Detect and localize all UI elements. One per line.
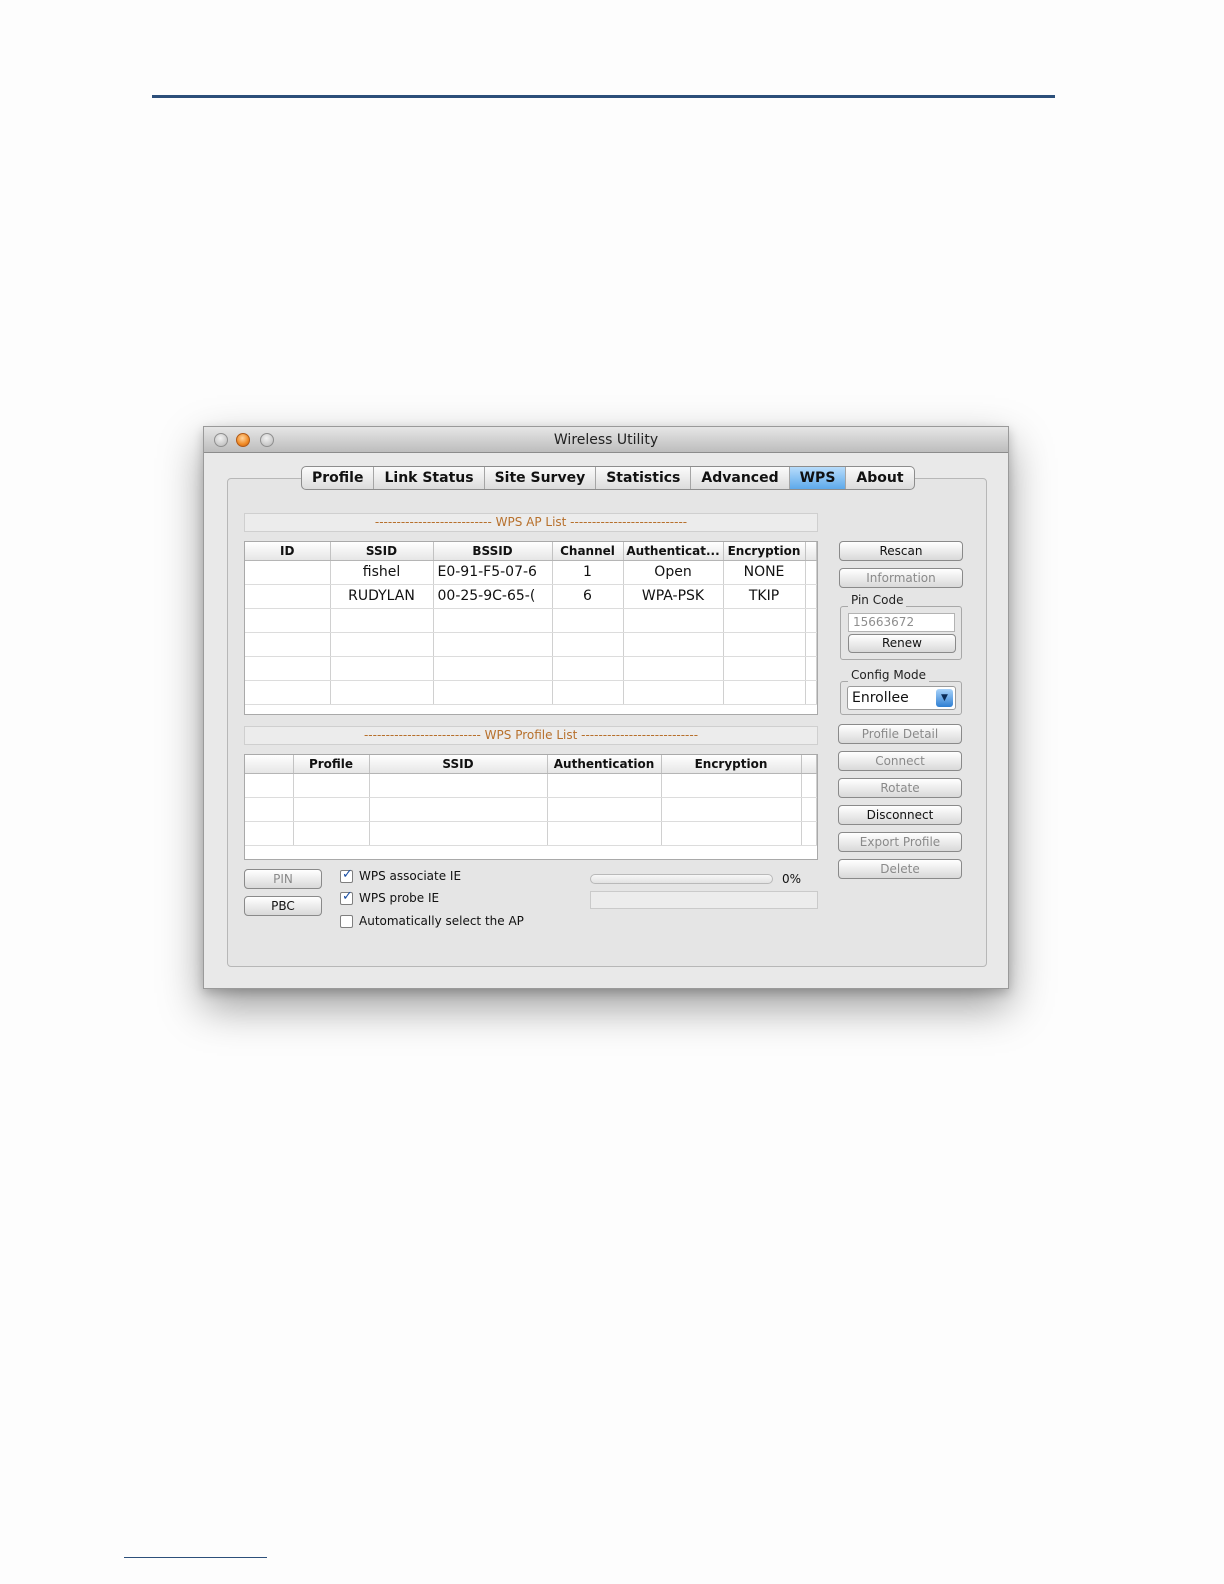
wps-associate-ie-label: WPS associate IE bbox=[359, 869, 462, 883]
cell-ssid: fishel bbox=[330, 560, 434, 585]
cell-authentication: Open bbox=[623, 560, 724, 585]
connect-button[interactable]: Connect bbox=[838, 751, 962, 771]
cell-id bbox=[245, 560, 331, 585]
column-header-ssid[interactable]: SSID bbox=[330, 542, 434, 561]
cell-ssid: RUDYLAN bbox=[330, 584, 434, 609]
wps-probe-ie-checkbox[interactable] bbox=[340, 889, 353, 905]
column-header-filler bbox=[801, 755, 817, 774]
cell-filler bbox=[805, 584, 817, 609]
empty-row bbox=[245, 608, 817, 633]
pbc-button[interactable]: PBC bbox=[244, 896, 322, 916]
delete-button[interactable]: Delete bbox=[838, 859, 962, 879]
wps-ap-list-table[interactable]: ID SSID BSSID Channel Authenticat... Enc… bbox=[244, 541, 818, 715]
auto-select-ap-checkbox[interactable] bbox=[340, 914, 353, 928]
cell-encryption: TKIP bbox=[723, 584, 806, 609]
config-mode-label: Config Mode bbox=[848, 668, 930, 682]
wireless-utility-window: Wireless Utility Profile Link Status Sit… bbox=[203, 426, 1009, 989]
empty-row bbox=[245, 773, 817, 798]
wps-progress-bar bbox=[590, 874, 773, 884]
information-button[interactable]: Information bbox=[839, 568, 963, 588]
column-header-filler bbox=[805, 542, 817, 561]
column-header-ssid[interactable]: SSID bbox=[369, 755, 548, 774]
pin-button[interactable]: PIN bbox=[244, 869, 322, 889]
wps-status-field bbox=[590, 891, 818, 909]
title-bar[interactable]: Wireless Utility bbox=[204, 427, 1008, 453]
column-header-blank[interactable] bbox=[245, 755, 294, 774]
tab-link-status[interactable]: Link Status bbox=[374, 467, 485, 489]
tab-profile[interactable]: Profile bbox=[302, 467, 375, 489]
cell-channel: 1 bbox=[552, 560, 624, 585]
rotate-button[interactable]: Rotate bbox=[838, 778, 962, 798]
rescan-button[interactable]: Rescan bbox=[839, 541, 963, 561]
empty-row bbox=[245, 821, 817, 846]
chevron-down-icon[interactable]: ▼ bbox=[936, 689, 953, 707]
cell-filler bbox=[805, 560, 817, 585]
cell-channel: 6 bbox=[552, 584, 624, 609]
auto-select-ap-option[interactable]: Automatically select the AP bbox=[340, 914, 524, 928]
tab-site-survey[interactable]: Site Survey bbox=[485, 467, 597, 489]
tab-about[interactable]: About bbox=[846, 467, 913, 489]
tab-bar: Profile Link Status Site Survey Statisti… bbox=[301, 466, 915, 490]
empty-row bbox=[245, 632, 817, 657]
pin-code-field[interactable]: 15663672 bbox=[848, 613, 955, 632]
auto-select-ap-label: Automatically select the AP bbox=[359, 914, 524, 928]
tab-advanced[interactable]: Advanced bbox=[691, 467, 790, 489]
header-rule bbox=[152, 95, 1055, 98]
tab-statistics[interactable]: Statistics bbox=[596, 467, 692, 489]
export-profile-button[interactable]: Export Profile bbox=[838, 832, 962, 852]
table-row[interactable]: RUDYLAN 00-25-9C-65-( 6 WPA-PSK TKIP bbox=[245, 584, 817, 609]
wps-ap-list-header: --------------------------- WPS AP List … bbox=[244, 513, 818, 532]
empty-row bbox=[245, 680, 817, 705]
pin-code-label: Pin Code bbox=[848, 593, 907, 607]
table-row[interactable]: fishel E0-91-F5-07-6 1 Open NONE bbox=[245, 560, 817, 585]
renew-button[interactable]: Renew bbox=[848, 634, 956, 653]
empty-row bbox=[245, 656, 817, 681]
profile-detail-button[interactable]: Profile Detail bbox=[838, 724, 962, 744]
wps-associate-ie-option[interactable]: WPS associate IE bbox=[340, 867, 462, 883]
column-header-profile[interactable]: Profile bbox=[293, 755, 370, 774]
empty-row bbox=[245, 797, 817, 822]
cell-bssid: 00-25-9C-65-( bbox=[433, 584, 553, 609]
tab-wps[interactable]: WPS bbox=[789, 467, 847, 489]
cell-bssid: E0-91-F5-07-6 bbox=[433, 560, 553, 585]
wps-associate-ie-checkbox[interactable] bbox=[340, 867, 353, 883]
column-header-bssid[interactable]: BSSID bbox=[433, 542, 553, 561]
wps-probe-ie-option[interactable]: WPS probe IE bbox=[340, 889, 440, 905]
column-header-id[interactable]: ID bbox=[245, 542, 331, 561]
wps-probe-ie-label: WPS probe IE bbox=[359, 891, 440, 905]
column-header-encryption[interactable]: Encryption bbox=[661, 755, 802, 774]
config-mode-value: Enrollee bbox=[852, 690, 909, 706]
cell-encryption: NONE bbox=[723, 560, 806, 585]
wps-profile-list-table[interactable]: Profile SSID Authentication Encryption bbox=[244, 754, 818, 860]
column-header-channel[interactable]: Channel bbox=[552, 542, 624, 561]
wps-progress-percent: 0% bbox=[782, 872, 802, 886]
cell-authentication: WPA-PSK bbox=[623, 584, 724, 609]
column-header-encryption[interactable]: Encryption bbox=[723, 542, 806, 561]
window-title: Wireless Utility bbox=[553, 432, 659, 448]
disconnect-button[interactable]: Disconnect bbox=[838, 805, 962, 825]
column-header-authentication[interactable]: Authenticat... bbox=[623, 542, 724, 561]
cell-id bbox=[245, 584, 331, 609]
config-mode-select[interactable]: Enrollee ▼ bbox=[847, 686, 956, 710]
footer-rule bbox=[124, 1557, 267, 1558]
wps-profile-list-header: --------------------------- WPS Profile … bbox=[244, 726, 818, 745]
column-header-authentication[interactable]: Authentication bbox=[547, 755, 662, 774]
